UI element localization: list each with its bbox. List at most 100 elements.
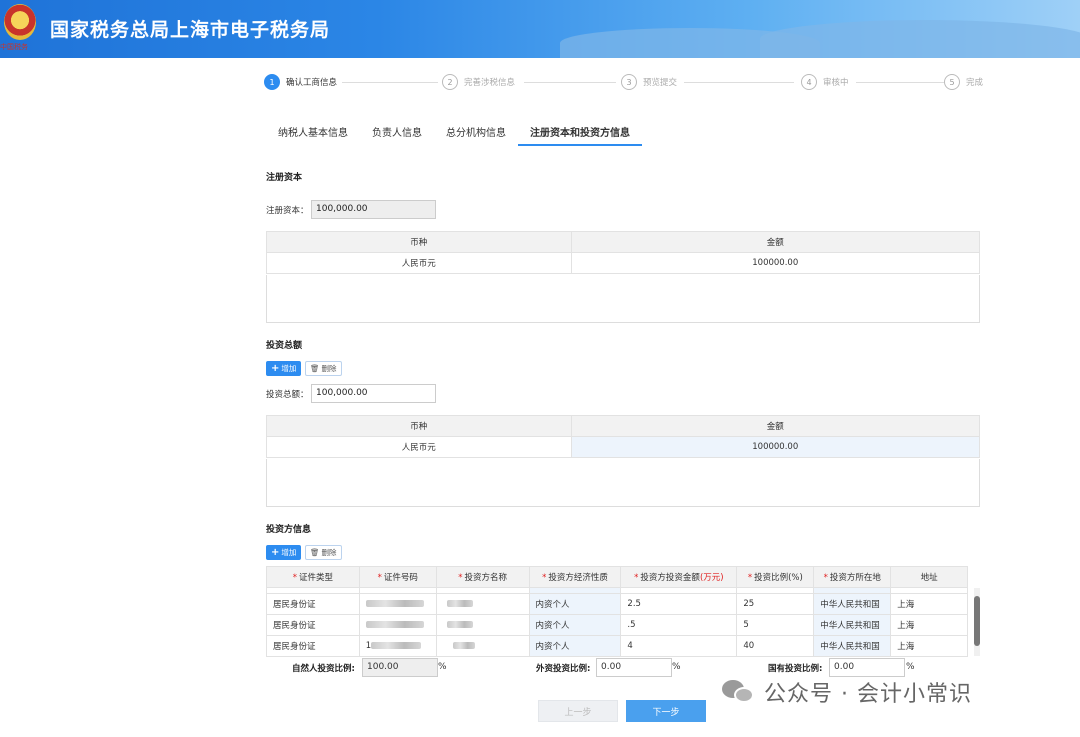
registered-capital-table: 币种 金额 人民币元 100000.00 [266,231,981,274]
col-amount-header: 金额 [570,231,981,253]
step-connector [524,82,616,83]
next-step-button[interactable]: 下一步 [626,700,706,722]
progress-steps: 1 确认工商信息 2 完善涉税信息 3 预览提交 4 审核中 5 完成 [262,74,992,94]
cell-nature: 内资个人 [528,635,622,657]
cell-name [435,635,530,657]
cell-amount: 100000.00 [570,252,981,274]
registered-capital-field[interactable]: 100,000.00 [311,200,436,219]
investor-info-title: 投资方信息 [266,525,312,535]
table-row[interactable]: 人民币元 100000.00 [266,252,981,274]
emblem-caption: 中国税务 [0,43,28,51]
redacted-mask [446,621,473,628]
cell-amount[interactable]: 4 [620,635,738,657]
step-label: 完成 [966,78,984,88]
site-title: 国家税务总局上海市电子税务局 [50,19,331,41]
col-nature-header: * 投资方经济性质 [528,566,622,588]
step-number: 1 [264,74,280,90]
tax-emblem-icon [4,4,36,40]
add-investor-button[interactable]: + 增加 [266,545,302,560]
cell-nature: 内资个人 [528,593,622,615]
plus-icon: + [271,546,280,558]
investor-table: * 证件类型 * 证件号码 * 投资方名称 * 投资方经济性质 * 投资方投资金额(万元)… [266,566,968,657]
cell-id-number: 1 [358,635,437,657]
step-number: 4 [801,74,817,90]
col-location-header: * 投资方所在地 [813,566,892,588]
tab-taxpayer-basic[interactable]: 纳税人基本信息 [266,124,360,146]
step-5: 5 完成 [944,74,983,90]
redacted-mask [365,621,424,628]
investment-total-label: 投资总额： [266,390,309,400]
natural-ratio-field[interactable]: 100.00 [362,658,438,677]
cell-ratio: 40 [736,635,815,657]
percent-sign: % [672,662,681,672]
table-row[interactable]: 居民身份证 1 内资个人 4 40 中华人民共和国 上海 [266,635,968,657]
step-3: 3 预览提交 [621,74,677,90]
cell-amount: 100000.00 [570,436,981,458]
redacted-mask [446,600,473,607]
add-label: 增加 [281,548,297,557]
cell-id-type: 居民身份证 [266,593,360,615]
table-empty-area [266,459,980,507]
col-currency-header: 币种 [266,415,572,437]
natural-ratio-label: 自然人投资比例: [292,664,355,674]
table-row[interactable]: 居民身份证 内资个人 .5 5 中华人民共和国 上海 [266,614,968,636]
state-ratio-label: 国有投资比例: [768,664,823,674]
step-label: 确认工商信息 [286,78,338,88]
watermark-text: 公众号 · 会计小常识 [764,682,972,707]
wechat-icon [722,678,756,706]
col-id-type-header: * 证件类型 [266,566,360,588]
tab-capital-investor[interactable]: 注册资本和投资方信息 [518,124,642,146]
state-ratio-field[interactable]: 0.00 [829,658,905,677]
site-header: 中国税务 国家税务总局上海市电子税务局 [0,0,1080,58]
cell-location: 中华人民共和国 [813,635,892,657]
redacted-mask [365,600,424,607]
cell-id-type: 居民身份证 [266,635,360,657]
step-connector [856,82,944,83]
step-number: 5 [944,74,960,90]
add-investment-button[interactable]: + 增加 [266,361,302,376]
delete-investment-button[interactable]: 🗑 删除 [305,361,342,376]
investment-total-field[interactable]: 100,000.00 [311,384,436,403]
table-row[interactable]: 居民身份证 内资个人 2.5 25 中华人民共和国 上海 [266,593,968,615]
cell-id-number [358,614,437,636]
col-name-header: * 投资方名称 [435,566,530,588]
step-number: 3 [621,74,637,90]
plus-icon: + [271,362,280,374]
prev-step-button[interactable]: 上一步 [538,700,618,722]
trash-icon: 🗑 [310,364,320,373]
delete-investor-button[interactable]: 🗑 删除 [305,545,342,560]
cell-currency: 人民币元 [266,252,572,274]
col-currency-header: 币种 [266,231,572,253]
registered-capital-title: 注册资本 [266,173,303,183]
cell-amount[interactable]: 2.5 [620,593,738,615]
header-mountain-decoration [760,20,1080,58]
investment-total-title: 投资总额 [266,341,303,351]
registered-capital-label: 注册资本： [266,206,309,216]
step-label: 审核中 [823,78,849,88]
cell-amount[interactable]: .5 [620,614,738,636]
cell-id-number [358,593,437,615]
step-connector [684,82,794,83]
redacted-mask [452,642,475,649]
table-empty-area [266,275,980,323]
step-connector [342,82,438,83]
step-1: 1 确认工商信息 [264,74,337,90]
investor-table-scrollbar[interactable] [974,588,980,656]
foreign-ratio-field[interactable]: 0.00 [596,658,672,677]
tab-responsible-person[interactable]: 负责人信息 [360,124,434,146]
percent-sign: % [438,662,447,672]
table-row[interactable]: 人民币元 100000.00 [266,436,981,458]
col-amount-header: * 投资方投资金额(万元) [620,566,738,588]
trash-icon: 🗑 [310,548,320,557]
scrollbar-thumb[interactable] [974,596,980,646]
col-amount-header: 金额 [570,415,981,437]
step-label: 完善涉税信息 [464,78,516,88]
cell-name [435,614,530,636]
cell-address: 上海 [890,635,968,657]
step-label: 预览提交 [643,78,678,88]
percent-sign: % [906,662,915,672]
delete-label: 删除 [321,364,337,373]
tab-branch-info[interactable]: 总分机构信息 [434,124,518,146]
delete-label: 删除 [321,548,337,557]
cell-currency: 人民币元 [266,436,572,458]
